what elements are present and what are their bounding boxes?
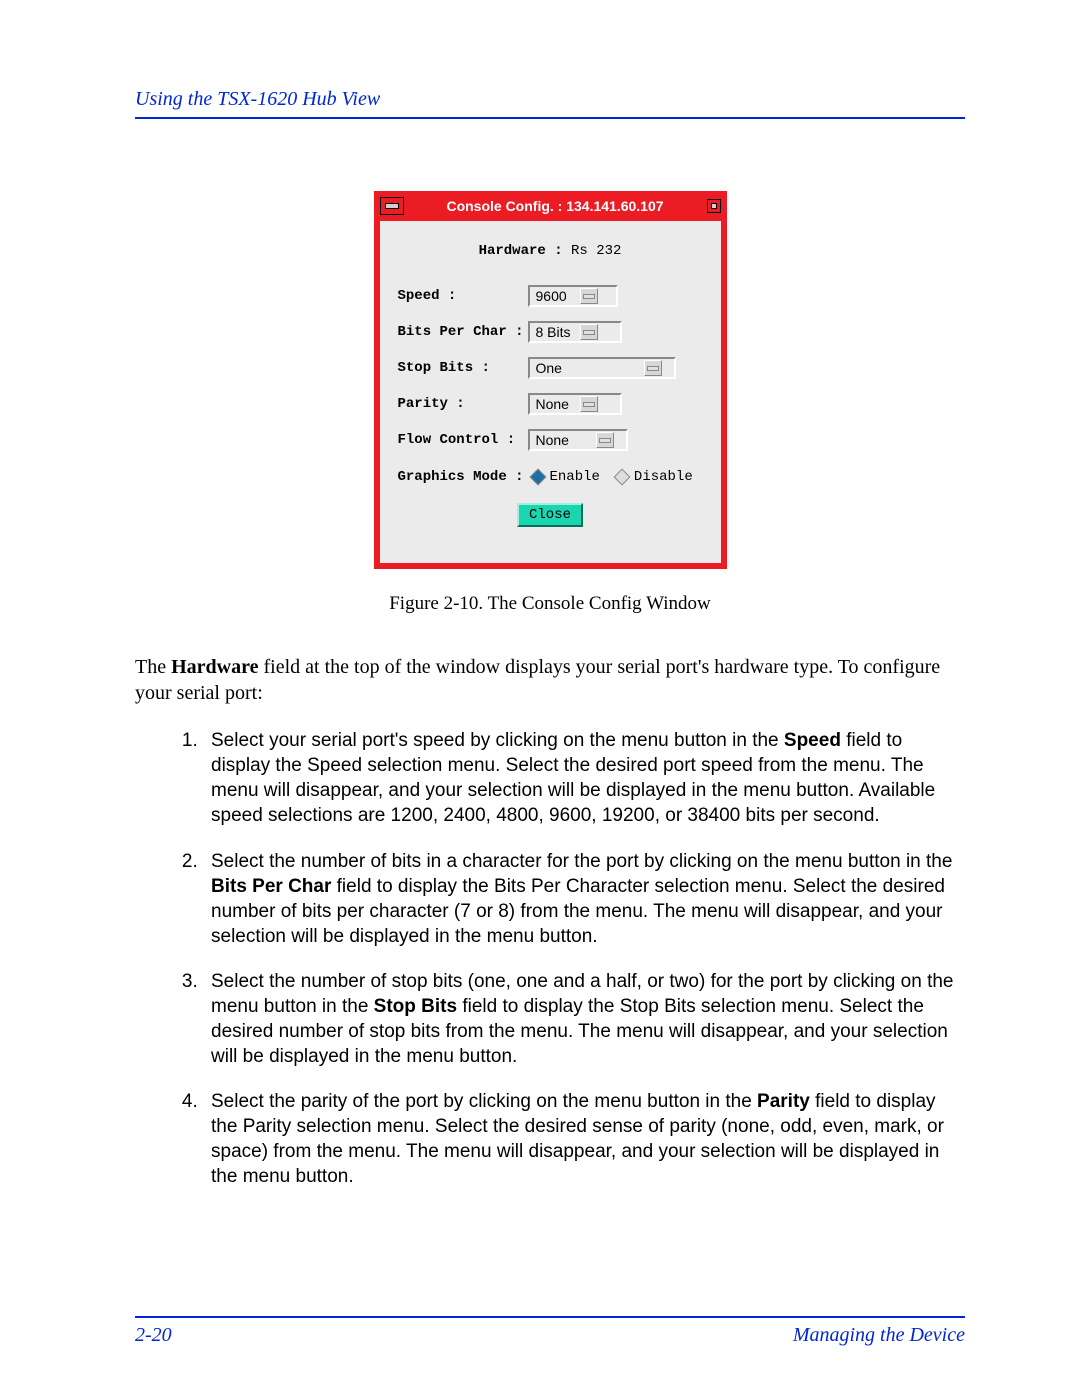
dropdown-icon	[580, 396, 598, 412]
graphics-mode-row: Graphics Mode : Enable Disable	[398, 469, 703, 485]
graphics-mode-label: Graphics Mode :	[398, 469, 526, 485]
parity-label: Parity :	[398, 396, 528, 412]
step-4: Select the parity of the port by clickin…	[203, 1089, 965, 1189]
bpc-value: 8 Bits	[532, 324, 580, 340]
hardware-label: Hardware :	[479, 243, 563, 259]
dropdown-icon	[596, 432, 614, 448]
figure: Console Config. : 134.141.60.107 Hardwar…	[135, 191, 965, 615]
speed-label: Speed :	[398, 288, 528, 304]
running-header: Using the TSX-1620 Hub View	[135, 88, 965, 111]
speed-dropdown[interactable]: 9600	[528, 285, 618, 307]
intro-bold: Hardware	[171, 656, 258, 678]
parity-value: None	[532, 396, 580, 412]
system-menu-icon[interactable]	[380, 197, 404, 215]
window-titlebar: Console Config. : 134.141.60.107	[380, 197, 721, 215]
flow-dropdown[interactable]: None	[528, 429, 628, 451]
stopbits-value: One	[532, 360, 644, 376]
header-rule	[135, 117, 965, 119]
radio-disable[interactable]	[613, 469, 630, 486]
radio-enable[interactable]	[529, 469, 546, 486]
stopbits-label: Stop Bits :	[398, 360, 528, 376]
flow-value: None	[532, 432, 596, 448]
parity-dropdown[interactable]: None	[528, 393, 622, 415]
dropdown-icon	[580, 324, 598, 340]
page-number: 2-20	[135, 1324, 172, 1347]
intro-paragraph: The Hardware field at the top of the win…	[135, 655, 965, 706]
radio-enable-label: Enable	[550, 469, 600, 485]
speed-value: 9600	[532, 288, 580, 304]
step-2: Select the number of bits in a character…	[203, 849, 965, 949]
console-config-window: Console Config. : 134.141.60.107 Hardwar…	[374, 191, 727, 569]
minimize-icon[interactable]	[707, 199, 721, 213]
step-1: Select your serial port's speed by click…	[203, 728, 965, 828]
footer: 2-20 Managing the Device	[135, 1316, 965, 1347]
figure-caption: Figure 2-10. The Console Config Window	[389, 593, 711, 615]
hardware-value: Rs 232	[571, 243, 621, 259]
dropdown-icon	[580, 288, 598, 304]
steps-list: Select your serial port's speed by click…	[135, 728, 965, 1189]
footer-section: Managing the Device	[793, 1324, 965, 1347]
step-3: Select the number of stop bits (one, one…	[203, 969, 965, 1069]
flow-label: Flow Control :	[398, 432, 528, 448]
bpc-dropdown[interactable]: 8 Bits	[528, 321, 622, 343]
stopbits-dropdown[interactable]: One	[528, 357, 676, 379]
hardware-row: Hardware : Rs 232	[398, 243, 703, 259]
dropdown-icon	[644, 360, 662, 376]
bpc-label: Bits Per Char :	[398, 324, 528, 340]
radio-disable-label: Disable	[634, 469, 693, 485]
close-button[interactable]: Close	[517, 503, 583, 527]
window-title: Console Config. : 134.141.60.107	[404, 198, 707, 214]
